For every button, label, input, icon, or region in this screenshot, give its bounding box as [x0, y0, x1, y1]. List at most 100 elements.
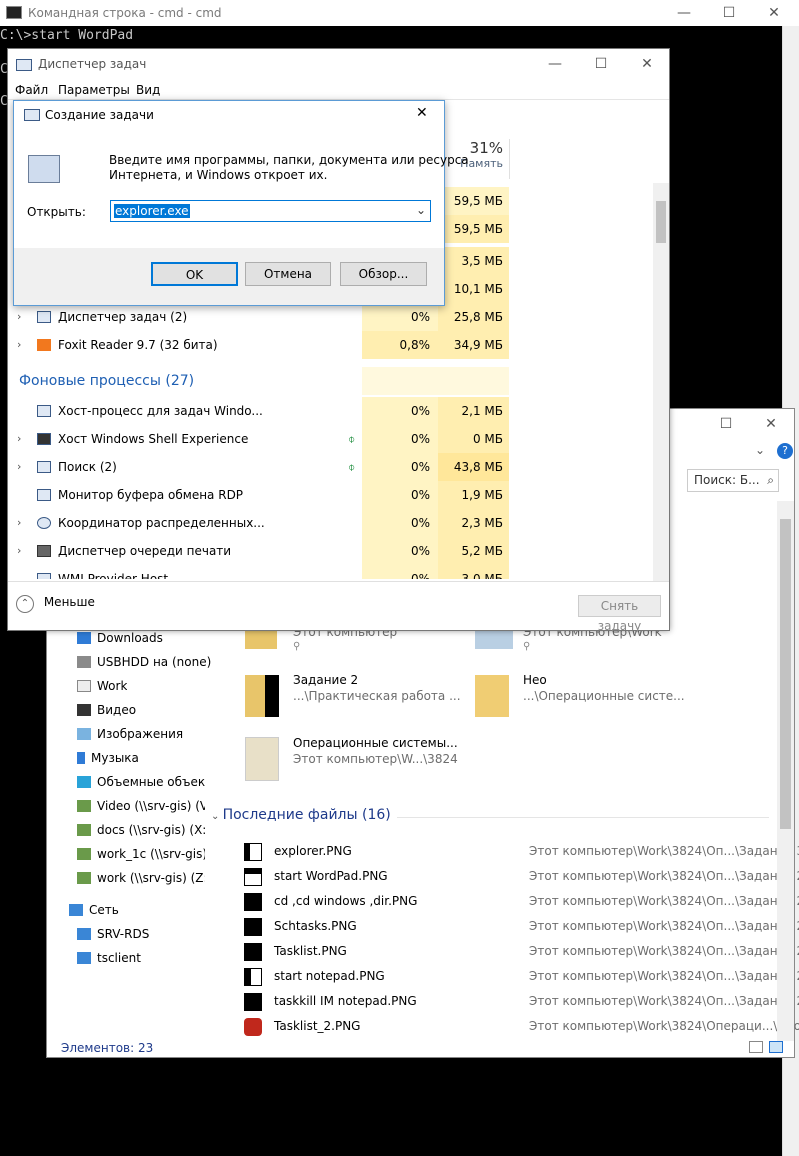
nav-item-docs-drive[interactable]: docs (\\srv-gis) (X:)	[77, 819, 205, 841]
file-row[interactable]: Tasklist.PNG Этот компьютер\Work\3824\Оп.…	[241, 939, 799, 964]
file-row[interactable]: start WordPad.PNG Этот компьютер\Work\382…	[241, 864, 799, 889]
window-title: Диспетчер задач	[38, 57, 147, 71]
nav-item-video-drive[interactable]: Video (\\srv-gis) (V:	[77, 795, 205, 817]
nav-item-images[interactable]: Изображения	[77, 723, 183, 745]
chevron-down-icon[interactable]: ⌄	[416, 203, 426, 217]
dialog-titlebar: Создание задачи ✕	[14, 101, 444, 129]
process-row[interactable]: › Координатор распределенных... 0% 2,3 МБ	[8, 509, 663, 537]
scrollbar-thumb[interactable]	[780, 519, 791, 829]
memory-value: 43,8 МБ	[438, 453, 509, 481]
chevron-right-icon[interactable]: ›	[17, 425, 21, 453]
maximize-button[interactable]: ☐	[703, 411, 749, 437]
cmd-title: Командная строка - cmd - cmd	[28, 6, 222, 20]
file-row[interactable]: taskkill IM notepad.PNG Этот компьютер\Wo…	[241, 989, 799, 1014]
process-row[interactable]: Монитор буфера обмена RDP 0% 1,9 МБ	[8, 481, 663, 509]
chevron-down-icon[interactable]: ⌄	[755, 443, 765, 457]
menu-view[interactable]: Вид	[136, 83, 160, 97]
chevron-right-icon[interactable]: ›	[17, 509, 21, 537]
scrollbar-thumb[interactable]	[656, 201, 666, 243]
file-image-icon	[244, 1018, 262, 1036]
process-row[interactable]: › Диспетчер очереди печати 0% 5,2 МБ	[8, 537, 663, 565]
cpu-value: 0%	[362, 303, 438, 331]
nav-label: USBHDD на (none)	[97, 655, 212, 669]
nav-label: Объемные объекты	[97, 775, 205, 789]
nav-item-tsclient[interactable]: tsclient	[77, 947, 141, 969]
memory-value: 2,1 МБ	[438, 397, 509, 425]
process-row[interactable]: › Foxit Reader 9.7 (32 бита) 0,8% 34,9 МБ	[8, 331, 663, 359]
cpu-value: 0%	[362, 425, 438, 453]
help-icon[interactable]: ?	[777, 443, 793, 459]
process-row[interactable]: Хост-процесс для задач Windo... 0% 2,1 МБ	[8, 397, 663, 425]
fewer-details-button[interactable]: ⌃ Меньше	[16, 595, 95, 613]
process-icon	[37, 573, 51, 579]
minimize-button[interactable]: —	[661, 0, 707, 26]
process-row[interactable]: › Диспетчер задач (2) 0% 25,8 МБ	[8, 303, 663, 331]
nav-item-srv-rds[interactable]: SRV-RDS	[77, 923, 149, 945]
search-input[interactable]: Поиск: Б... ⌕	[687, 469, 779, 492]
process-name: Foxit Reader 9.7 (32 бита)	[58, 338, 218, 352]
file-row[interactable]: cd ,cd windows ,dir.PNG Этот компьютер\Wo…	[241, 889, 799, 914]
nav-label: work_1c (\\srv-gis)	[97, 847, 205, 861]
file-row[interactable]: Schtasks.PNG Этот компьютер\Work\3824\Оп.…	[241, 914, 799, 939]
ok-button[interactable]: OK	[151, 262, 238, 286]
cancel-button[interactable]: Отмена	[245, 262, 331, 286]
file-location: Этот компьютер\Work\3824\Оп...\Задание 2	[529, 969, 799, 983]
file-location: Этот компьютер\Work\3824\Оп...\Задание 2	[529, 919, 799, 933]
nav-item-work[interactable]: Work	[77, 675, 127, 697]
close-button[interactable]: ✕	[751, 0, 797, 26]
explorer-scrollbar[interactable]	[777, 501, 794, 1041]
folder-tile[interactable]: Нео ...\Операционные систе...	[475, 671, 705, 719]
close-button[interactable]: ✕	[624, 51, 670, 77]
browse-button[interactable]: Обзор...	[340, 262, 427, 286]
dialog-description: Введите имя программы, папки, документа …	[109, 153, 469, 167]
nav-item-music[interactable]: Музыка	[77, 747, 139, 769]
process-row[interactable]: WMI Provider Host 0% 3,0 МБ	[8, 565, 663, 579]
minimize-button[interactable]: —	[532, 51, 578, 77]
nav-item-usbhdd[interactable]: USBHDD на (none)	[77, 651, 211, 673]
network-icon	[69, 904, 83, 916]
nav-label: SRV-RDS	[97, 927, 150, 941]
chevron-right-icon[interactable]: ›	[17, 331, 21, 359]
cpu-value: 0%	[362, 565, 438, 579]
music-icon	[77, 752, 85, 764]
nav-item-3d-objects[interactable]: Объемные объекты	[77, 771, 205, 793]
nav-item-video[interactable]: Видео	[77, 699, 136, 721]
folder-tile[interactable]: Задание 2 ...\Практическая работа ...	[245, 671, 465, 719]
chevron-right-icon[interactable]: ›	[17, 453, 21, 481]
printer-icon	[37, 545, 51, 557]
nav-item-work1c-drive[interactable]: work_1c (\\srv-gis)	[77, 843, 205, 865]
nav-label: Downloads	[97, 631, 163, 645]
chevron-right-icon[interactable]: ›	[17, 303, 21, 331]
cmd-icon	[6, 6, 22, 19]
menu-file[interactable]: Файл	[15, 83, 48, 97]
network-drive-icon	[77, 848, 91, 860]
file-row[interactable]: Tasklist_2.PNG Этот компьютер\Work\3824\О…	[241, 1014, 799, 1039]
group-header-row: Фоновые процессы (27)	[8, 367, 663, 395]
nav-item-network[interactable]: Сеть	[69, 899, 119, 921]
tiles-view-icon[interactable]	[769, 1041, 783, 1053]
nav-label: tsclient	[97, 951, 141, 965]
file-row[interactable]: start notepad.PNG Этот компьютер\Work\382…	[241, 964, 799, 989]
close-button[interactable]: ✕	[416, 105, 428, 121]
process-icon	[37, 489, 51, 501]
process-row[interactable]: › Поиск (2) ⌽ 0% 43,8 МБ	[8, 453, 663, 481]
background-processes-header: Фоновые процессы (27)	[19, 373, 195, 389]
close-button[interactable]: ✕	[748, 411, 794, 437]
cmd-titlebar: Командная строка - cmd - cmd — ☐ ✕	[0, 0, 799, 26]
open-input-value[interactable]: explorer.exe	[114, 204, 190, 218]
menu-options[interactable]: Параметры	[58, 83, 130, 97]
recent-files-header[interactable]: ⌄ Последние файлы (16)	[211, 807, 391, 823]
file-row[interactable]: explorer.PNG Этот компьютер\Work\3824\Оп.…	[241, 839, 799, 864]
nav-label: Video (\\srv-gis) (V:	[97, 799, 205, 813]
maximize-button[interactable]: ☐	[706, 0, 752, 26]
process-row[interactable]: › Хост Windows Shell Experience ⌽ 0% 0 МБ	[8, 425, 663, 453]
end-task-button[interactable]: Снять задачу	[578, 595, 661, 633]
maximize-button[interactable]: ☐	[578, 51, 624, 77]
chevron-right-icon[interactable]: ›	[17, 537, 21, 565]
nav-item-work-drive[interactable]: work (\\srv-gis) (Z:)	[77, 867, 205, 889]
process-scrollbar[interactable]	[653, 183, 669, 581]
details-view-icon[interactable]	[749, 1041, 763, 1053]
open-combobox[interactable]: explorer.exe ⌄	[110, 200, 431, 222]
folder-tile[interactable]: Операционные системы... Этот компьютер\W…	[245, 733, 475, 783]
file-name: Tasklist_2.PNG	[274, 1019, 361, 1033]
